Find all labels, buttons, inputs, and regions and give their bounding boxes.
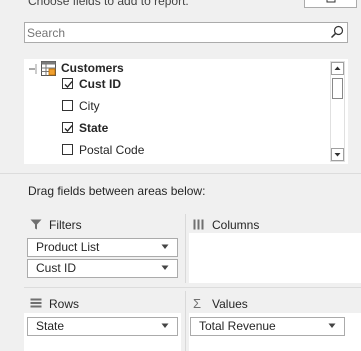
- scroll-thumb[interactable]: [332, 78, 343, 99]
- field-label: State: [79, 121, 109, 135]
- checkbox[interactable]: [62, 78, 73, 89]
- rows-item-state[interactable]: State: [27, 317, 178, 336]
- sigma-icon: Σ: [193, 296, 202, 311]
- columns-label: Columns: [212, 218, 260, 232]
- pill-label: Total Revenue: [199, 319, 276, 333]
- filters-label: Filters: [49, 218, 82, 232]
- search-input[interactable]: [27, 25, 327, 40]
- filters-drop-area[interactable]: Product List Cust ID: [24, 233, 181, 283]
- rows-label: Rows: [49, 297, 80, 311]
- field-item-state[interactable]: State: [62, 118, 322, 138]
- field-list-scrollbar[interactable]: [330, 61, 345, 162]
- gear-icon: [326, 0, 336, 3]
- field-item-postal-code[interactable]: Postal Code: [62, 140, 322, 160]
- field-label: City: [79, 99, 100, 113]
- search-box[interactable]: [24, 22, 348, 43]
- checkmark-icon: [64, 125, 73, 132]
- field-item-cust-id[interactable]: Cust ID: [62, 74, 322, 94]
- area-row-separator: [24, 287, 361, 288]
- filters-item-cust-id[interactable]: Cust ID: [27, 259, 178, 278]
- scroll-down-button[interactable]: [331, 148, 344, 161]
- table-icon: [41, 61, 56, 76]
- pill-label: State: [36, 319, 65, 333]
- collapse-icon[interactable]: [28, 64, 38, 74]
- filters-item-product-list[interactable]: Product List: [27, 238, 178, 257]
- values-drop-area[interactable]: Total Revenue: [189, 313, 361, 351]
- checkbox[interactable]: [62, 144, 73, 155]
- pill-label: Product List: [36, 240, 100, 254]
- values-label: Values: [212, 297, 248, 311]
- section-divider: [0, 173, 361, 174]
- field-item-city[interactable]: City: [62, 96, 322, 116]
- rows-icon: [30, 298, 42, 308]
- gear-button[interactable]: [304, 0, 357, 8]
- columns-drop-area[interactable]: [189, 233, 361, 283]
- field-list: Customers Cust ID City State Postal Code: [24, 59, 348, 164]
- dropdown-arrow-icon[interactable]: [161, 244, 169, 250]
- columns-icon: [193, 219, 204, 230]
- dropdown-arrow-icon[interactable]: [328, 323, 336, 329]
- filter-icon: [30, 219, 42, 230]
- pill-label: Cust ID: [36, 261, 77, 275]
- values-item-total-revenue[interactable]: Total Revenue: [190, 317, 345, 336]
- checkmark-icon: [64, 81, 73, 88]
- field-label: Cust ID: [79, 77, 121, 91]
- checkbox[interactable]: [62, 122, 73, 133]
- triangle-down-icon: [334, 153, 341, 157]
- search-icon[interactable]: [330, 25, 344, 39]
- area-separator: [185, 291, 186, 351]
- field-label: Postal Code: [79, 143, 145, 157]
- area-separator: [185, 214, 186, 283]
- rows-drop-area[interactable]: State: [24, 313, 181, 351]
- triangle-up-icon: [334, 66, 341, 70]
- choose-fields-label: Choose fields to add to report:: [28, 0, 189, 8]
- dropdown-arrow-icon[interactable]: [161, 265, 169, 271]
- scroll-up-button[interactable]: [331, 62, 344, 75]
- checkbox[interactable]: [62, 100, 73, 111]
- dropdown-arrow-icon[interactable]: [161, 323, 169, 329]
- drag-instructions: Drag fields between areas below:: [28, 184, 206, 198]
